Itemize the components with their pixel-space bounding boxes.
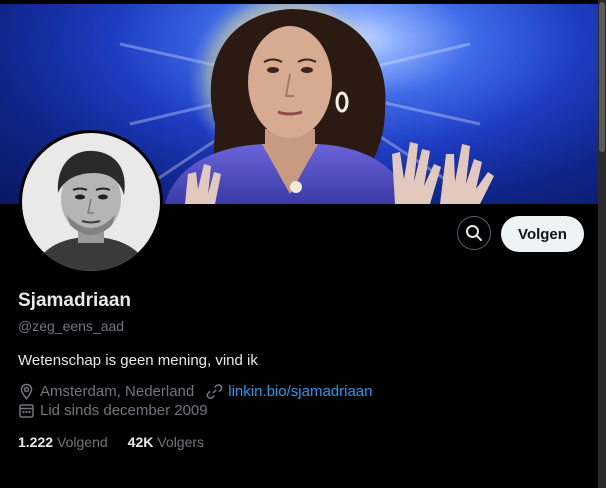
website[interactable]: linkin.bio/sjamadriaan: [206, 383, 372, 400]
profile-meta-row: Amsterdam, Nederland linkin.bio/sjamadri…: [18, 383, 384, 400]
location-pin-icon: [20, 383, 33, 400]
followers-label: Volgers: [157, 434, 205, 450]
bio: Wetenschap is geen mening, vind ik: [18, 352, 258, 369]
following-count: 1.222: [18, 434, 54, 450]
search-button[interactable]: [457, 216, 491, 250]
location-text: Amsterdam, Nederland: [40, 383, 195, 400]
display-name: Sjamadriaan: [18, 290, 131, 311]
avatar[interactable]: [19, 130, 163, 274]
followers-stat[interactable]: 42K Volgers: [128, 434, 204, 450]
follow-button[interactable]: Volgen: [501, 216, 584, 252]
profile-meta-row-joined: Lid sinds december 2009: [18, 402, 220, 419]
scrollbar-thumb[interactable]: [599, 2, 605, 152]
website-link[interactable]: linkin.bio/sjamadriaan: [228, 383, 372, 400]
following-label: Volgend: [57, 434, 108, 450]
scrollbar[interactable]: [598, 0, 606, 488]
avatar-image: [22, 133, 160, 271]
followers-count: 42K: [127, 434, 154, 450]
calendar-icon: [19, 404, 34, 418]
join-date: Lid sinds december 2009: [18, 402, 208, 419]
search-icon: [466, 225, 482, 241]
following-stat[interactable]: 1.222 Volgend: [18, 434, 108, 450]
handle: @zeg_eens_aad: [18, 318, 125, 334]
link-icon: [206, 384, 223, 399]
join-date-text: Lid sinds december 2009: [40, 402, 208, 419]
follow-stats: 1.222 Volgend 42K Volgers: [18, 434, 224, 450]
location: Amsterdam, Nederland: [18, 383, 194, 400]
profile-page: Volgen Sjamadriaan @zeg_eens_aad Wetensc…: [0, 0, 606, 488]
